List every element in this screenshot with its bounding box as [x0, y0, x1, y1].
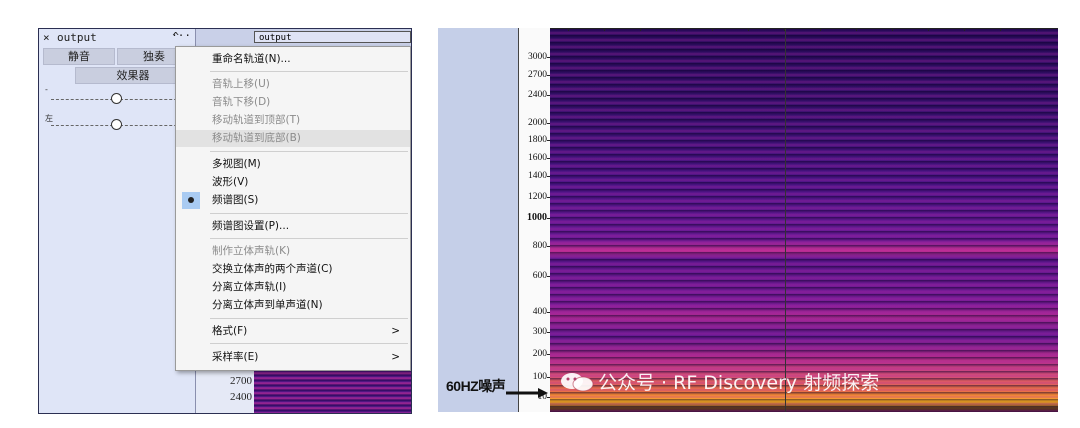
menu-separator [210, 151, 408, 152]
gain-slider-knob[interactable] [111, 93, 122, 104]
menu-item-split-stereo[interactable]: 分离立体声轨(I) [176, 279, 410, 296]
menu-item-make-stereo[interactable]: 制作立体声轨(K) [176, 243, 410, 260]
annotation-label: 60HZ噪声 [446, 378, 506, 394]
ruler-tick: 2400 [230, 391, 252, 403]
audacity-track-window: × output ^ ··· 静音 独奏 效果器 - 左 output 2700… [38, 28, 412, 414]
y-tick-label: 2700 [528, 70, 547, 80]
menu-separator [210, 71, 408, 72]
playhead-line[interactable] [785, 28, 786, 412]
menu-separator [210, 213, 408, 214]
menu-separator [210, 238, 408, 239]
menu-item-swap-channels[interactable]: 交换立体声的两个声道(C) [176, 261, 410, 278]
timeline-tick [892, 28, 893, 31]
spectrogram-preview [254, 365, 411, 413]
y-tick-label: 1000 [527, 212, 547, 223]
pan-left-label: 左 [45, 114, 53, 123]
menu-item-move-down[interactable]: 音轨下移(D) [176, 94, 410, 111]
timeline-tick [856, 28, 857, 31]
effects-button[interactable]: 效果器 [75, 67, 191, 84]
track-menu-icon[interactable]: ··· [171, 29, 191, 42]
gain-minus-label: - [45, 85, 48, 94]
menu-item-move-top[interactable]: 移动轨道到顶部(T) [176, 112, 410, 129]
y-tick-label: 300 [532, 327, 547, 337]
track-context-menu: 重命名轨道(N)... 音轨上移(U) 音轨下移(D) 移动轨道到顶部(T) 移… [175, 46, 411, 371]
submenu-arrow-icon: > [391, 351, 400, 363]
menu-item-move-bottom[interactable]: 移动轨道到底部(B) [176, 130, 410, 147]
ruler-tick: 2700 [230, 375, 252, 387]
y-tick-label: 600 [532, 271, 547, 281]
spectrogram-view: 3000 2700 2400 2000 1800 1600 1400 1200 … [438, 28, 1058, 412]
menu-item-move-up[interactable]: 音轨上移(U) [176, 76, 410, 93]
y-tick-label: 2400 [528, 90, 547, 100]
timeline-tick [1036, 28, 1037, 31]
menu-item-waveform[interactable]: 波形(V) [176, 174, 410, 191]
menu-item-rename-track[interactable]: 重命名轨道(N)... [176, 51, 410, 68]
timeline-top-border [550, 28, 1058, 29]
timeline-tick [784, 28, 785, 31]
y-tick-label: 2000 [528, 118, 547, 128]
clip-title[interactable]: output [254, 31, 411, 43]
timeline-tick [604, 28, 605, 31]
menu-item-label: 格式(F) [212, 325, 248, 337]
y-tick-label: 1600 [528, 153, 547, 163]
timeline-tick [568, 28, 569, 31]
track-control-panel: × output ^ ··· 静音 独奏 效果器 - 左 [39, 29, 196, 413]
y-tick-label: 800 [532, 241, 547, 251]
menu-item-spectrogram[interactable]: 频谱图(S) [176, 192, 410, 209]
menu-separator [210, 318, 408, 319]
selected-bullet-icon [188, 197, 194, 203]
close-track-icon[interactable]: × [43, 31, 50, 44]
menu-item-sample-rate[interactable]: 采样率(E) > [176, 349, 410, 366]
watermark: 公众号 · RF Discovery 射频探索 [560, 368, 879, 395]
menu-item-format[interactable]: 格式(F) > [176, 323, 410, 340]
menu-separator [210, 343, 408, 344]
timeline-tick [820, 28, 821, 31]
menu-item-label: 采样率(E) [212, 351, 259, 363]
submenu-arrow-icon: > [391, 325, 400, 337]
y-tick-label: 400 [532, 307, 547, 317]
timeline-tick [748, 28, 749, 31]
y-tick-label: 3000 [528, 52, 547, 62]
timeline-tick [712, 28, 713, 31]
y-tick-label: 1200 [528, 192, 547, 202]
menu-item-label: 频谱图(S) [212, 194, 259, 206]
timeline-tick [1000, 28, 1001, 31]
pan-slider-knob[interactable] [111, 119, 122, 130]
menu-item-multi-view[interactable]: 多视图(M) [176, 156, 410, 173]
y-tick-label: 1400 [528, 171, 547, 181]
y-tick-label: 1800 [528, 135, 547, 145]
frequency-ruler: 2700 2400 [196, 367, 254, 413]
frequency-axis: 3000 2700 2400 2000 1800 1600 1400 1200 … [518, 28, 551, 412]
arrow-right-icon [506, 388, 548, 398]
track-header: × output ^ ··· [43, 29, 191, 45]
spectrogram-canvas[interactable] [550, 28, 1058, 412]
timeline-tick [964, 28, 965, 31]
timeline-tick [928, 28, 929, 31]
watermark-text: 公众号 · RF Discovery 射频探索 [598, 372, 880, 394]
timeline-tick [640, 28, 641, 31]
timeline-tick [676, 28, 677, 31]
wechat-icon [561, 373, 594, 392]
track-name-button[interactable]: output [57, 31, 97, 44]
y-tick-label: 100 [532, 372, 547, 382]
menu-item-split-to-mono[interactable]: 分离立体声到单声道(N) [176, 297, 410, 314]
mute-button[interactable]: 静音 [43, 48, 115, 65]
menu-item-spectrogram-settings[interactable]: 频谱图设置(P)... [176, 218, 410, 235]
y-tick-label: 200 [532, 349, 547, 359]
